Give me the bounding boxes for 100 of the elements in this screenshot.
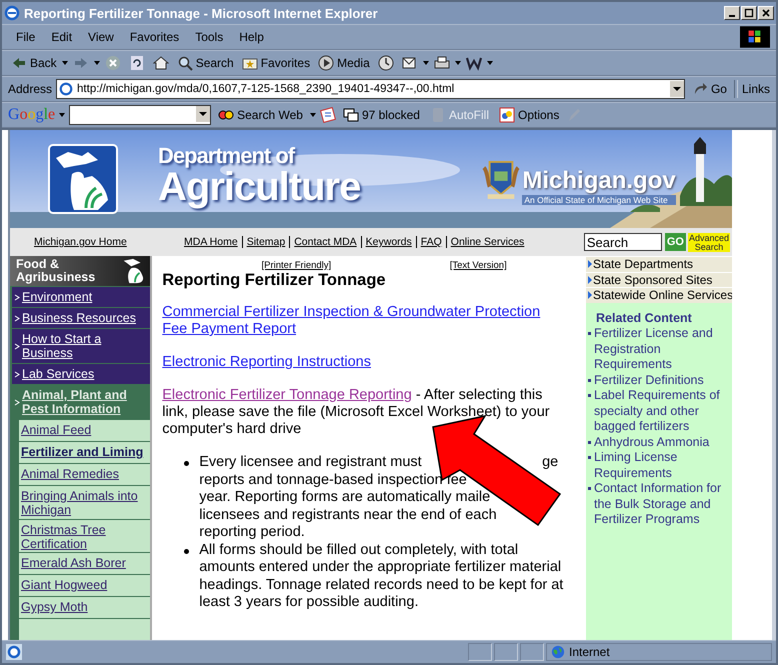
links-button[interactable]: Links [742, 82, 770, 96]
state-link-tab[interactable]: State Departments [586, 256, 732, 272]
news-icon[interactable] [320, 107, 336, 123]
content-link[interactable]: Electronic Reporting Instructions [162, 354, 566, 371]
nav-link[interactable]: Keywords [360, 236, 412, 248]
menu-item[interactable]: Edit [43, 30, 80, 44]
state-link-tab[interactable]: State Sponsored Sites [586, 272, 732, 287]
link-paragraph: Electronic Fertilizer Tonnage Reporting - After selecting this link, please save the file (Microsoft Excel Worksheet) to your computer's hard drive [162, 387, 551, 438]
bullet-icon [588, 487, 591, 490]
media-button[interactable]: Media [315, 55, 373, 71]
bullet-icon [588, 440, 591, 444]
dropdown-arrow-icon[interactable] [422, 61, 429, 65]
forward-arrow-icon [72, 55, 89, 71]
search-web-button[interactable]: Search Web [215, 107, 306, 123]
bullet-text: ge [542, 454, 558, 472]
portal-tagline: An Official State of Michigan Web Site [522, 195, 676, 205]
envelope-icon [402, 55, 418, 71]
dropdown-arrow-icon[interactable] [486, 61, 493, 65]
browser-icon [4, 5, 20, 21]
maximize-button[interactable] [741, 6, 757, 20]
search-field[interactable] [69, 105, 212, 125]
content-link[interactable]: Commercial Fertilizer Inspection & Groundwater Protection Fee Payment Report [162, 304, 566, 338]
nav-link[interactable]: Sitemap [242, 236, 286, 248]
content-link[interactable]: Electronic Fertilizer Tonnage Reporting [162, 387, 412, 403]
menu-item[interactable]: File [8, 30, 44, 44]
nav-menu-item[interactable]: Animal, Plant and Pest Information [22, 388, 148, 416]
home-icon [152, 55, 169, 71]
options-button[interactable]: Options [496, 107, 562, 123]
nav-link[interactable]: MDA Home [184, 236, 238, 248]
nav-link[interactable]: FAQ [416, 236, 442, 248]
back-button[interactable]: Back [8, 55, 60, 71]
dropdown-arrow-icon[interactable] [310, 113, 316, 117]
favorites-button[interactable]: Favorites [238, 55, 314, 71]
printer-icon [434, 55, 450, 71]
dropdown-arrow-icon[interactable] [62, 61, 68, 65]
nav-submenu-item[interactable]: Gypsy Moth [19, 597, 150, 618]
nav-submenu-item[interactable]: Bringing Animals into Michigan [19, 486, 150, 518]
refresh-icon [128, 55, 145, 71]
status-panel [494, 643, 518, 661]
nav-link[interactable]: Online Services [446, 236, 524, 248]
search-field[interactable]: Search [584, 233, 662, 251]
menu-item[interactable]: Help [231, 30, 272, 44]
related-link[interactable]: Fertilizer Definitions [594, 372, 704, 388]
bullet-text: Every licensee and registrant must [199, 454, 422, 472]
bullet-icon [588, 456, 591, 459]
status-panel [520, 643, 544, 661]
zone-label: Internet [569, 645, 610, 659]
page-icon [59, 82, 74, 96]
go-button[interactable]: GO [664, 233, 686, 251]
bullet-text: All forms should be filled out completely, with total amounts entered under the appropriate fertilizer material headings. Tonnage related records need to be kept for at least 3 years for possible auditing. [199, 542, 564, 612]
windows-logo-icon [740, 26, 770, 48]
address-field[interactable]: http://michigan.gov/mda/0,1607,7-125-1568_2390_19401-49347--,00.html [56, 79, 685, 99]
menu-item[interactable]: Tools [187, 30, 232, 44]
dropdown-arrow-icon[interactable] [59, 113, 66, 117]
text-version-link[interactable]: [Text Version] [450, 260, 507, 271]
related-link[interactable]: Fertilizer License and Registration Requirements [594, 326, 730, 372]
nav-submenu-item[interactable]: Animal Feed [19, 420, 150, 441]
department-logo [48, 144, 118, 214]
chevron-icon [14, 314, 20, 322]
related-link[interactable]: Liming License Requirements [594, 450, 730, 481]
go-button[interactable]: Go [688, 81, 730, 97]
globe-icon [551, 645, 565, 659]
maximize-icon [744, 8, 754, 18]
window-title: Reporting Fertilizer Tonnage - Microsoft Internet Explorer [24, 6, 379, 20]
related-link[interactable]: Contact Information for the Bulk Storage and Fertilizer Programs [594, 481, 730, 528]
play-icon [318, 55, 334, 71]
nav-submenu-item[interactable]: Giant Hogweed [19, 575, 150, 596]
search-button[interactable]: Search [174, 55, 237, 71]
chevron-icon [14, 294, 20, 300]
close-button[interactable] [758, 6, 774, 20]
dropdown-arrow-icon[interactable] [94, 61, 100, 65]
portal-logo: Michigan.gov [522, 167, 676, 195]
address-label: Address [8, 82, 52, 96]
related-link[interactable]: Anhydrous Ammonia [594, 434, 710, 450]
page-title: Reporting Fertilizer Tonnage [162, 271, 387, 290]
printer-friendly-link[interactable]: [Printer Friendly] [261, 260, 332, 271]
bullet-text: licensees and registrants near the end of each [199, 506, 497, 524]
bullet-icon [588, 394, 591, 397]
bullet-text: reporting period. [199, 524, 305, 542]
scrollbar[interactable] [772, 130, 776, 640]
minimize-button[interactable] [724, 6, 740, 20]
bullet-icon [184, 548, 190, 554]
nav-link[interactable]: Michigan.gov Home [34, 236, 174, 248]
nav-submenu-item[interactable]: Emerald Ash Borer [19, 553, 150, 574]
bullet-icon [588, 332, 591, 335]
nav-submenu-item[interactable]: Animal Remedies [19, 464, 150, 485]
nav-link[interactable]: Contact MDA [289, 236, 357, 248]
chevron-icon [14, 398, 20, 406]
popup-blocker-button[interactable]: 97 blocked [340, 107, 423, 123]
nav-submenu-item[interactable]: Christmas Tree Certification [19, 520, 150, 552]
related-link[interactable]: Label Requirements of specialty and other bagged fertilizers [594, 388, 730, 434]
advanced-search-link[interactable]: Advanced Search [688, 232, 730, 252]
menu-item[interactable]: Favorites [122, 30, 188, 44]
dropdown-arrow-icon[interactable] [454, 61, 461, 65]
windows-stack-icon [342, 107, 359, 123]
nav-submenu-item[interactable]: Fertilizer and Liming [19, 442, 150, 463]
bullet-text: year. Reporting forms are automatically maile [199, 489, 490, 506]
clock-icon [378, 55, 394, 71]
menu-item[interactable]: View [80, 30, 122, 44]
status-panel [468, 643, 492, 661]
